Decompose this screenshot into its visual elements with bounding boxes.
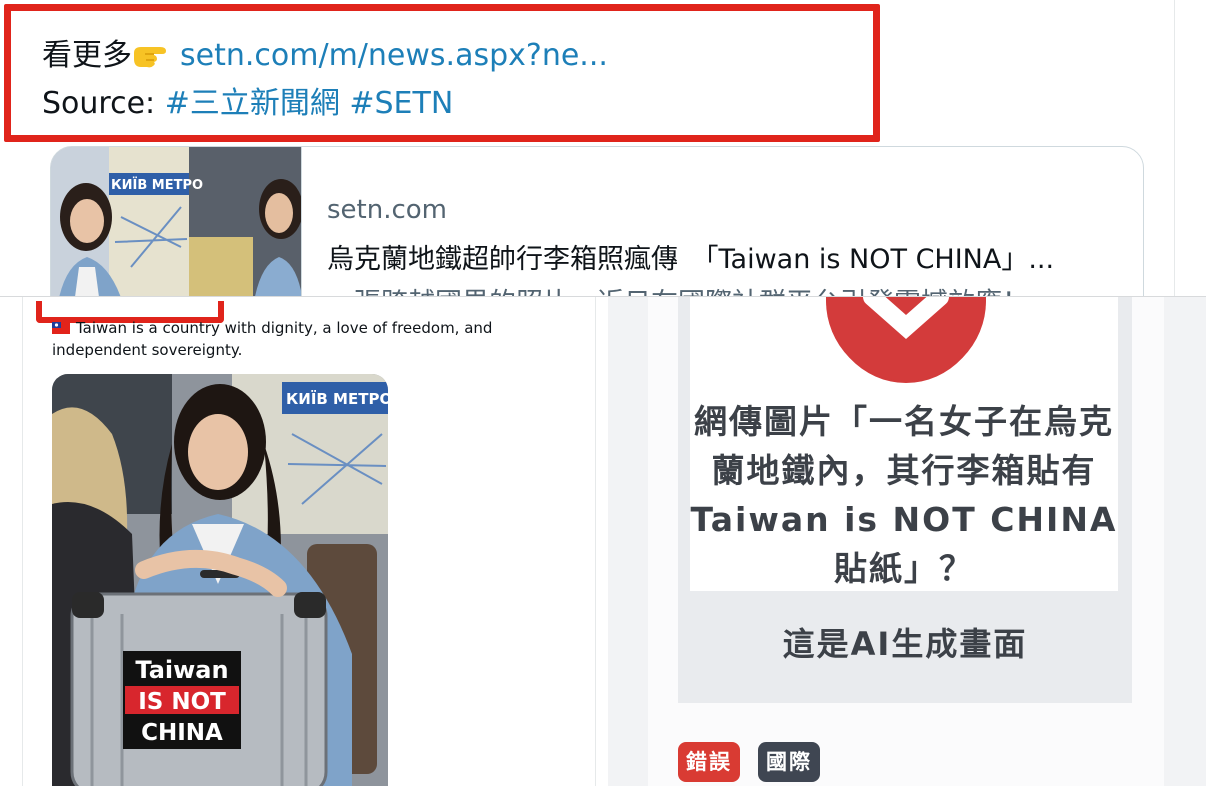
post-text: Taiwan is a country with dignity, a love… xyxy=(52,317,592,361)
factcheck-verdict-text: 這是AI生成畫面 xyxy=(782,625,1028,663)
read-more-line: 看更多 setn.com/m/news.aspx?ne... xyxy=(42,30,608,74)
photo-sign-text: КИЇВ МЕТРО xyxy=(286,389,388,408)
original-post: Taiwan is a country with dignity, a love… xyxy=(0,297,600,786)
source-hashtags[interactable]: #三立新聞網 #SETN xyxy=(165,86,454,121)
tag-international[interactable]: 國際 xyxy=(758,742,820,782)
source-line: Source: #三立新聞網 #SETN xyxy=(42,78,453,122)
subway-thumbnail-image: КИЇВ МЕТРО xyxy=(51,147,301,296)
card-description: 一張跨越國界的照片，近日在國際社群平台引發震撼效應！一 xyxy=(327,281,1056,296)
read-more-label: 看更多 xyxy=(42,38,132,73)
post-text-body: Taiwan is a country with dignity, a love… xyxy=(52,319,493,359)
factcheck-headline: 網傳圖片「一名女子在烏克蘭地鐵內，其行李箱貼有 Taiwan is NOT CH… xyxy=(690,402,1118,588)
sticker-line-2: IS NOT xyxy=(138,689,226,715)
subway-suitcase-photo: КИЇВ МЕТРО Taiwan IS NOT CHINA xyxy=(52,374,388,786)
taiwan-flag-icon xyxy=(52,322,70,334)
news-link[interactable]: setn.com/m/news.aspx?ne... xyxy=(180,38,608,73)
false-verdict-x-icon xyxy=(826,297,986,383)
card-thumbnail: КИЇВ МЕТРО xyxy=(51,147,302,296)
tag-false[interactable]: 錯誤 xyxy=(678,742,740,782)
sticker-line-3: CHINA xyxy=(141,720,223,746)
factcheck-panel: 網傳圖片「一名女子在烏克蘭地鐵內，其行李箱貼有 Taiwan is NOT CH… xyxy=(608,297,1206,786)
pointing-hand-icon xyxy=(134,47,166,68)
thumb-sign-text: КИЇВ МЕТРО xyxy=(111,177,203,193)
column-divider xyxy=(1174,0,1175,296)
sticker-line-1: Taiwan xyxy=(135,656,228,684)
post-photo[interactable]: КИЇВ МЕТРО Taiwan IS NOT CHINA xyxy=(52,374,388,786)
card-domain: setn.com xyxy=(327,195,448,225)
link-preview-card[interactable]: КИЇВ МЕТРО setn.com 烏克蘭地鐵超帥行李箱照瘋傳 「Taiwa… xyxy=(50,146,1144,296)
source-label: Source: xyxy=(42,86,156,121)
tweet-link-section: 看更多 setn.com/m/news.aspx?ne... Source: #… xyxy=(0,0,1206,296)
card-title: 烏克蘭地鐵超帥行李箱照瘋傳 「Taiwan is NOT CHINA」... xyxy=(327,244,1055,275)
